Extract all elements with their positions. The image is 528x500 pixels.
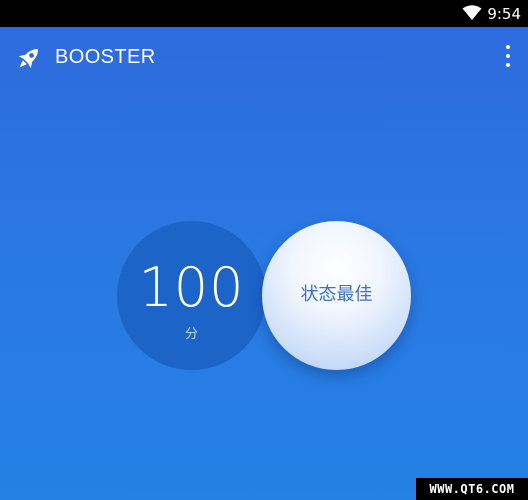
app-bar: BOOSTER [0, 27, 528, 91]
score-circle: 100 分 [117, 221, 266, 370]
more-vert-icon[interactable] [503, 45, 513, 71]
score-value: 100 [138, 256, 245, 319]
score-unit: 分 [184, 327, 198, 342]
wifi-icon [462, 5, 482, 25]
status-button[interactable]: 状态最佳 [262, 221, 411, 370]
rocket-icon [13, 44, 43, 78]
status-time: 9:54 [487, 5, 521, 23]
watermark: WWW.QT6.COM [416, 478, 528, 500]
app-title: BOOSTER [55, 46, 156, 68]
status-bar: 9:54 [0, 0, 528, 27]
status-label: 状态最佳 [300, 284, 373, 305]
